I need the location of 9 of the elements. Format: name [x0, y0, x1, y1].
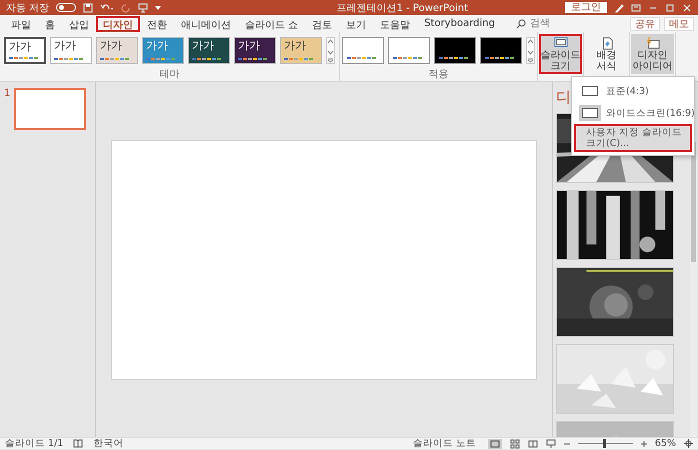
group-label: 적용 [428, 69, 448, 81]
autosave-label: 자동 저장 [6, 2, 50, 14]
language-label: 한국어 [93, 438, 124, 448]
window-title: 프레젠테이션1 - PowerPoint [336, 2, 468, 14]
slide-count: 슬라이드 1/1 [5, 438, 64, 448]
slide-number: 1 [4, 88, 10, 99]
zoom-level: 65% [654, 438, 676, 448]
group-label: 테마 [160, 69, 180, 81]
pane-title: 디 [556, 88, 571, 106]
